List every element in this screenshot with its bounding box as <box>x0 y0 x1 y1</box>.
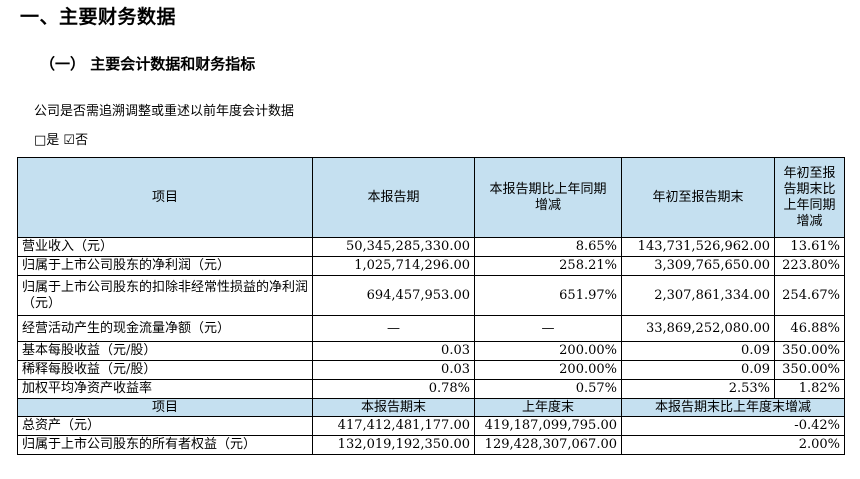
cell-value: 350.00% <box>774 341 845 361</box>
table-row: 稀释每股收益（元/股） 0.03 200.00% 0.09 350.00% <box>17 360 845 380</box>
cell-value: 0.78% <box>312 379 475 399</box>
row-label: 归属于上市公司股东的所有者权益（元） <box>17 435 313 455</box>
header-item: 项目 <box>17 157 313 238</box>
section-title: 一、主要财务数据 <box>20 6 177 28</box>
table-row: 归属于上市公司股东的净利润（元） 1,025,714,296.00 258.21… <box>17 256 845 276</box>
cell-value: 419,187,099,795.00 <box>474 416 622 436</box>
row-label: 归属于上市公司股东的净利润（元） <box>17 256 313 276</box>
table-row: 归属于上市公司股东的扣除非经常性损益的净利润（元） 694,457,953.00… <box>17 275 845 316</box>
table-row: 归属于上市公司股东的所有者权益（元） 132,019,192,350.00 12… <box>17 435 845 455</box>
header-current-period-change: 本报告期比上年同期增减 <box>474 157 622 238</box>
table1-header-row: 项目 本报告期 本报告期比上年同期增减 年初至报告期末 年初至报告期末比上年同期… <box>17 157 845 238</box>
cell-value: 0.03 <box>312 360 475 380</box>
cell-value: 258.21% <box>474 256 622 276</box>
cell-value: 2.53% <box>621 379 775 399</box>
row-label: 稀释每股收益（元/股） <box>17 360 313 380</box>
financial-data-table: 项目 本报告期 本报告期比上年同期增减 年初至报告期末 年初至报告期末比上年同期… <box>17 157 845 455</box>
header-period-end-change: 本报告期末比上年度末增减 <box>621 398 845 417</box>
row-label: 总资产（元） <box>17 416 313 436</box>
cell-value: 0.57% <box>474 379 622 399</box>
cell-value: 50,345,285,330.00 <box>312 237 475 257</box>
header-ytd: 年初至报告期末 <box>621 157 775 238</box>
row-label: 经营活动产生的现金流量净额（元） <box>17 315 313 342</box>
header-prior-year-end: 上年度末 <box>474 398 622 417</box>
table-row: 加权平均净资产收益率 0.78% 0.57% 2.53% 1.82% <box>17 379 845 399</box>
restatement-question: 公司是否需追溯调整或重述以前年度会计数据 <box>34 104 295 119</box>
cell-value: 3,309,765,650.00 <box>621 256 775 276</box>
cell-value: 1.82% <box>774 379 845 399</box>
row-label: 归属于上市公司股东的扣除非经常性损益的净利润（元） <box>17 275 313 316</box>
header-period-end: 本报告期末 <box>312 398 475 417</box>
table-row: 总资产（元） 417,412,481,177.00 419,187,099,79… <box>17 416 845 436</box>
table2-header-row: 项目 本报告期末 上年度末 本报告期末比上年度末增减 <box>17 398 845 417</box>
row-label: 营业收入（元） <box>17 237 313 257</box>
header-ytd-change: 年初至报告期末比上年同期增减 <box>774 157 845 238</box>
restatement-answer: □是 ☑否 <box>34 133 89 148</box>
cell-value: 143,731,526,962.00 <box>621 237 775 257</box>
cell-value: 1,025,714,296.00 <box>312 256 475 276</box>
cell-value: — <box>312 315 475 342</box>
cell-value: 223.80% <box>774 256 845 276</box>
cell-value: 2.00% <box>621 435 845 455</box>
cell-value: 694,457,953.00 <box>312 275 475 316</box>
cell-value: 33,869,252,080.00 <box>621 315 775 342</box>
cell-value: 13.61% <box>774 237 845 257</box>
cell-value: 254.67% <box>774 275 845 316</box>
cell-value: 0.03 <box>312 341 475 361</box>
cell-value: 132,019,192,350.00 <box>312 435 475 455</box>
header-current-period: 本报告期 <box>312 157 475 238</box>
table-row: 营业收入（元） 50,345,285,330.00 8.65% 143,731,… <box>17 237 845 257</box>
cell-value: 200.00% <box>474 360 622 380</box>
cell-value: 651.97% <box>474 275 622 316</box>
cell-value: 350.00% <box>774 360 845 380</box>
row-label: 加权平均净资产收益率 <box>17 379 313 399</box>
cell-value: 8.65% <box>474 237 622 257</box>
cell-value: 46.88% <box>774 315 845 342</box>
cell-value: 2,307,861,334.00 <box>621 275 775 316</box>
cell-value: — <box>474 315 622 342</box>
cell-value: 129,428,307,067.00 <box>474 435 622 455</box>
row-label: 基本每股收益（元/股） <box>17 341 313 361</box>
header-item: 项目 <box>17 398 313 417</box>
cell-value: 0.09 <box>621 360 775 380</box>
cell-value: -0.42% <box>621 416 845 436</box>
table-row: 基本每股收益（元/股） 0.03 200.00% 0.09 350.00% <box>17 341 845 361</box>
cell-value: 0.09 <box>621 341 775 361</box>
cell-value: 200.00% <box>474 341 622 361</box>
subsection-title: （一） 主要会计数据和财务指标 <box>40 55 256 73</box>
table-row: 经营活动产生的现金流量净额（元） — — 33,869,252,080.00 4… <box>17 315 845 342</box>
cell-value: 417,412,481,177.00 <box>312 416 475 436</box>
